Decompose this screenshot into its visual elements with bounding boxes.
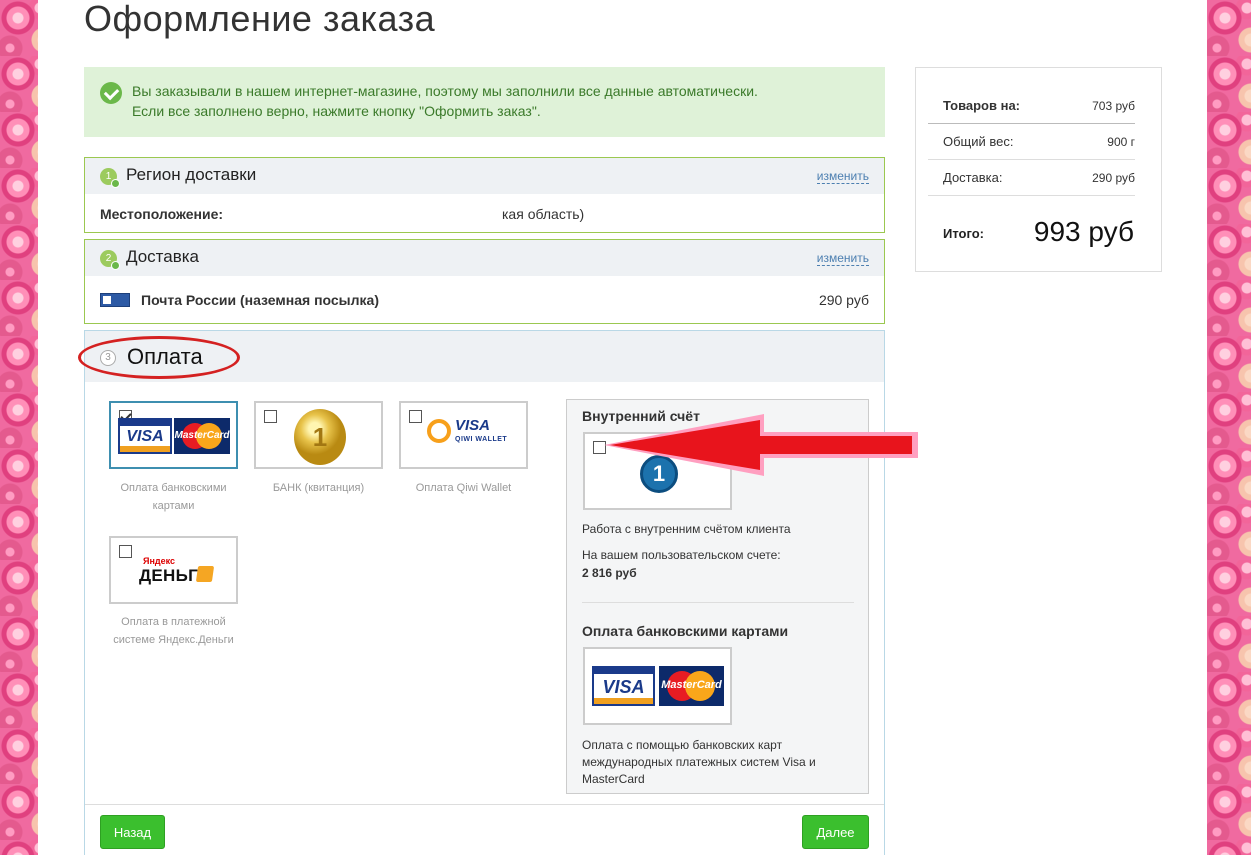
summary-delivery-label: Доставка: <box>943 170 1003 185</box>
summary-goods-row: Товаров на: 703 руб <box>928 88 1135 124</box>
delivery-header: 2 Доставка изменить <box>85 240 884 276</box>
gold-coin-icon: 1 <box>294 409 346 465</box>
mastercard-logo: MasterCard <box>174 418 230 454</box>
checkbox[interactable] <box>409 410 422 423</box>
qiwi-logo-icon <box>427 419 451 443</box>
payment-option-bank[interactable]: 1 <box>254 401 383 469</box>
region-section: 1 Регион доставки изменить Местоположени… <box>84 157 885 233</box>
next-button[interactable]: Далее <box>802 815 869 849</box>
payment-option-qiwi[interactable]: VISA QIWI WALLET <box>399 401 528 469</box>
red-ellipse-annotation <box>78 336 240 379</box>
summary-goods-label: Товаров на: <box>943 98 1021 113</box>
summary-delivery-row: Доставка: 290 руб <box>928 160 1135 196</box>
divider <box>85 804 884 805</box>
delivery-price: 290 руб <box>818 292 869 308</box>
checkbox[interactable] <box>119 545 132 558</box>
payment-option-qiwi-label: Оплата Qiwi Wallet <box>415 482 512 494</box>
bank-cards-logo: VISA MasterCard <box>583 647 732 725</box>
step-1-badge: 1 <box>100 168 120 188</box>
summary-weight-row: Общий вес: 900 г <box>928 124 1135 160</box>
delivery-method: Почта России (наземная посылка) <box>141 292 379 308</box>
payment-option-cards-label: Оплата банковскими картами <box>120 482 227 512</box>
delivery-title: Доставка <box>126 247 200 266</box>
inner-account-description: Работа с внутренним счётом клиента <box>582 522 791 536</box>
check-circle-icon <box>100 82 122 104</box>
region-header: 1 Регион доставки изменить <box>85 158 884 194</box>
balance-value: 2 816 руб <box>582 566 637 580</box>
region-change-link[interactable]: изменить <box>816 169 869 184</box>
summary-total-value: 993 руб <box>1033 216 1134 247</box>
summary-weight-label: Общий вес: <box>943 134 1014 149</box>
bank-cards-desc-1: Оплата с помощью банковских карт <box>582 738 783 752</box>
summary-delivery-value: 290 руб <box>1092 171 1135 185</box>
payment-option-yandex[interactable]: Яндекс ДЕНЬГИ <box>109 536 238 604</box>
delivery-change-link[interactable]: изменить <box>816 251 869 266</box>
bank-cards-title: Оплата банковскими картами <box>582 623 789 639</box>
back-button[interactable]: Назад <box>100 815 165 849</box>
divider <box>582 602 854 603</box>
yandex-wallet-icon <box>195 566 215 582</box>
rose-border-right <box>1207 0 1251 855</box>
delivery-section: 2 Доставка изменить Почта России (наземн… <box>84 239 885 324</box>
russian-post-icon <box>100 293 130 307</box>
bank-cards-desc-3: MasterCard <box>582 772 645 786</box>
balance-label: На вашем пользовательском счете: <box>582 548 781 562</box>
qiwi-wallet-text: QIWI WALLET <box>455 436 508 443</box>
visa-logo: VISA <box>118 418 172 454</box>
step-2-badge: 2 <box>100 250 120 270</box>
payment-option-bank-label: БАНК (квитанция) <box>272 482 365 494</box>
order-summary: Товаров на: 703 руб Общий вес: 900 г Дос… <box>915 67 1162 272</box>
payment-option-cards[interactable]: VISA MasterCard <box>109 401 238 469</box>
region-title: Регион доставки <box>126 165 257 184</box>
visa-logo: VISA <box>592 666 655 706</box>
summary-total-label: Итого: <box>943 226 984 241</box>
step-done-icon <box>111 261 120 270</box>
rose-border-left <box>0 0 38 855</box>
step-done-icon <box>111 179 120 188</box>
checkbox[interactable] <box>264 410 277 423</box>
payment-option-yandex-label: Оплата в платежной системе Яндекс.Деньги <box>113 616 234 646</box>
location-value: кая область) <box>502 206 585 222</box>
mastercard-logo: MasterCard <box>659 666 724 706</box>
red-arrow-annotation <box>604 414 918 476</box>
summary-goods-value: 703 руб <box>1092 99 1135 113</box>
summary-weight-value: 900 г <box>1107 135 1135 149</box>
qiwi-visa-text: VISA <box>455 417 491 434</box>
page-title: Оформление заказа <box>84 0 436 39</box>
autofill-notice: Вы заказывали в нашем интернет-магазине,… <box>84 67 885 137</box>
payment-header: 3 Оплата <box>78 331 884 382</box>
bank-cards-desc-2: международных платежных систем Visa и <box>582 755 816 769</box>
notice-line-1: Вы заказывали в нашем интернет-магазине,… <box>132 83 758 99</box>
location-label: Местоположение: <box>100 206 224 222</box>
notice-line-2: Если все заполнено верно, нажмите кнопку… <box>132 103 541 119</box>
yandex-small-text: Яндекс <box>143 556 176 566</box>
